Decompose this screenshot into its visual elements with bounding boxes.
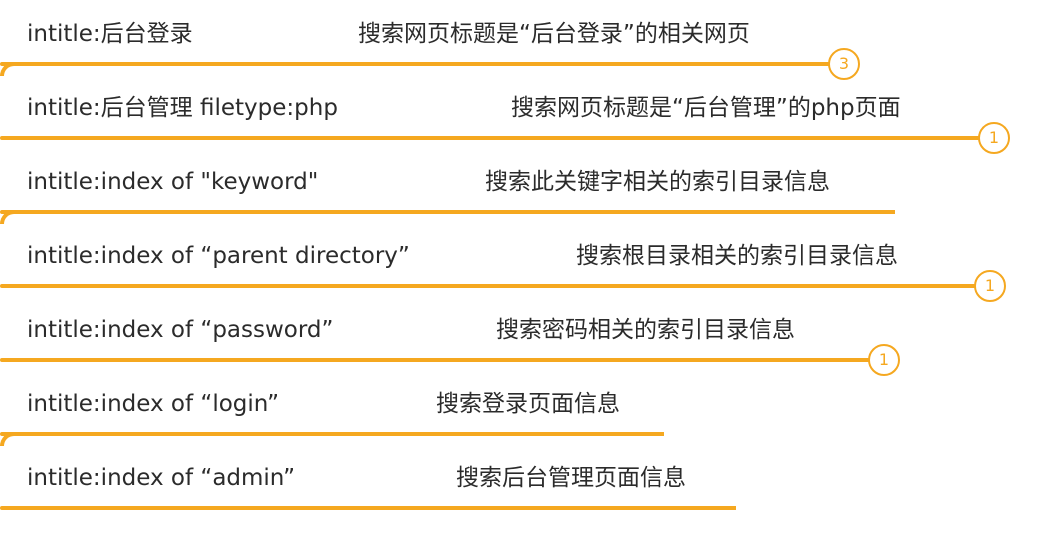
query-row: intitle:index of “login” 搜索登录页面信息 bbox=[0, 390, 1054, 464]
search-operator-text: intitle:index of “admin” bbox=[27, 465, 296, 491]
count-badge: 1 bbox=[978, 122, 1010, 154]
underline bbox=[0, 284, 976, 288]
operator-description: 搜索网页标题是“后台管理”的php页面 bbox=[511, 95, 901, 121]
underline bbox=[0, 136, 980, 140]
query-row: intitle:index of “admin” 搜索后台管理页面信息 bbox=[0, 464, 1054, 538]
operator-description: 搜索密码相关的索引目录信息 bbox=[496, 317, 795, 343]
search-operator-text: intitle:index of “password” bbox=[27, 317, 334, 343]
query-row: intitle:index of "keyword" 搜索此关键字相关的索引目录… bbox=[0, 168, 1054, 242]
query-row: intitle:后台登录 搜索网页标题是“后台登录”的相关网页 3 bbox=[0, 20, 1054, 94]
underline bbox=[0, 210, 895, 214]
search-operator-text: intitle:index of "keyword" bbox=[27, 169, 319, 195]
operator-description: 搜索根目录相关的索引目录信息 bbox=[576, 243, 898, 269]
count-badge: 1 bbox=[974, 270, 1006, 302]
count-badge: 3 bbox=[828, 48, 860, 80]
search-operator-text: intitle:index of “parent directory” bbox=[27, 243, 410, 269]
underline bbox=[0, 432, 664, 436]
count-badge: 1 bbox=[868, 344, 900, 376]
underline bbox=[0, 506, 736, 510]
operator-description: 搜索后台管理页面信息 bbox=[456, 465, 686, 491]
query-row: intitle:index of “parent directory” 搜索根目… bbox=[0, 242, 1054, 316]
operator-description: 搜索此关键字相关的索引目录信息 bbox=[485, 169, 830, 195]
operator-description: 搜索登录页面信息 bbox=[436, 391, 620, 417]
operator-description: 搜索网页标题是“后台登录”的相关网页 bbox=[358, 21, 750, 47]
underline bbox=[0, 62, 830, 66]
query-row: intitle:后台管理 filetype:php 搜索网页标题是“后台管理”的… bbox=[0, 94, 1054, 168]
search-operator-text: intitle:后台管理 filetype:php bbox=[27, 95, 338, 121]
query-row: intitle:index of “password” 搜索密码相关的索引目录信… bbox=[0, 316, 1054, 390]
underline bbox=[0, 358, 870, 362]
search-operator-text: intitle:index of “login” bbox=[27, 391, 280, 417]
search-operator-text: intitle:后台登录 bbox=[27, 21, 193, 47]
